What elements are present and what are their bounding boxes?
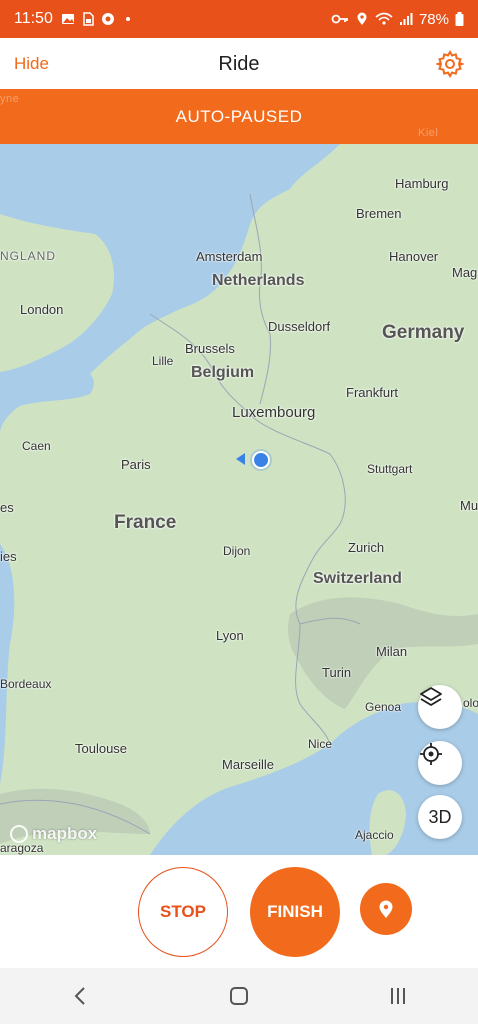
map-label-zurich: Zurich (348, 540, 385, 555)
stop-button[interactable]: STOP (138, 867, 228, 957)
banner-text: AUTO-PAUSED (175, 106, 303, 126)
map-label-kiel: Kiel (418, 127, 439, 139)
status-time: 11:50 (14, 10, 53, 27)
ride-controls: STOP FINISH (0, 855, 478, 968)
map-label-lyon: Lyon (216, 628, 244, 643)
location-pin-icon (379, 900, 393, 918)
system-icons: 78% (331, 11, 464, 28)
mapbox-attribution[interactable]: mapbox (10, 824, 97, 844)
map-label-germany: Germany (382, 322, 465, 343)
map-label-toulouse: Toulouse (75, 741, 128, 756)
recenter-button[interactable] (418, 741, 462, 785)
map-label-amsterdam: Amsterdam (196, 249, 263, 264)
ride-screen: 11:50 78% Hide Ride yne Kiel AUTO-PAUSED… (0, 0, 478, 1024)
user-location-marker (252, 451, 270, 469)
three-d-button[interactable]: 3D (418, 795, 462, 839)
nav-recents-button[interactable] (368, 976, 428, 1016)
map-label-ajaccio: Ajaccio (355, 828, 394, 842)
nav-home-button[interactable] (209, 976, 269, 1016)
battery-level: 78% (418, 10, 449, 28)
map-label-paris: Paris (121, 457, 151, 472)
map-label-genoa: Genoa (365, 700, 402, 714)
status-bar: 11:50 78% (0, 0, 478, 38)
map-label-stuttgart: Stuttgart (367, 462, 413, 476)
map-label-frankfurt: Frankfurt (346, 385, 399, 400)
heading-arrow-icon (236, 453, 245, 465)
mapbox-logo-icon (10, 825, 28, 843)
back-icon (74, 987, 85, 1005)
map-label-caen: Caen (22, 439, 51, 453)
nav-back-button[interactable] (50, 976, 110, 1016)
sim-card-icon (83, 12, 94, 26)
map-label-switzerland: Switzerland (313, 570, 402, 587)
map-label-lille: Lille (152, 354, 174, 368)
hide-button[interactable]: Hide (14, 54, 49, 74)
map-label-ies: ies (0, 549, 17, 564)
finish-button[interactable]: FINISH (250, 867, 340, 957)
page-title: Ride (218, 52, 260, 75)
map-label-bologna: olo (463, 696, 478, 710)
map-label-france: France (114, 512, 177, 533)
map-label-luxembourg: Luxembourg (232, 404, 316, 421)
system-nav-bar (0, 968, 478, 1024)
record-icon (101, 13, 114, 25)
map-label-bremen: Bremen (356, 206, 402, 221)
map-label-turin: Turin (322, 665, 352, 680)
map-label-hanover: Hanover (389, 249, 439, 264)
map-label-milan: Milan (376, 644, 408, 659)
map-label-yne: yne (0, 93, 20, 105)
notification-icons (61, 12, 135, 26)
settings-gear-icon[interactable] (436, 50, 464, 78)
map-label-london: London (20, 302, 64, 317)
map-label-es: es (0, 500, 14, 515)
map-layers-button[interactable] (418, 685, 462, 729)
auto-paused-banner: yne Kiel AUTO-PAUSED (0, 89, 478, 144)
key-icon (331, 14, 348, 24)
map-label-mag: Mag (452, 265, 478, 280)
signal-icon (399, 13, 413, 25)
drop-pin-button[interactable] (360, 883, 412, 935)
mapbox-text: mapbox (32, 824, 98, 843)
layers-icon (420, 687, 442, 706)
map-label-dusseldorf: Dusseldorf (268, 319, 331, 334)
wifi-icon (375, 12, 393, 25)
gallery-icon (61, 14, 74, 24)
map-label-mu: Mu (460, 498, 478, 513)
map-label-hamburg: Hamburg (395, 176, 449, 191)
map-label-netherlands: Netherlands (212, 272, 305, 289)
locate-icon (420, 743, 442, 765)
map-label-brussels: Brussels (185, 341, 235, 356)
app-header: Hide Ride (0, 38, 478, 90)
map-label-dijon: Dijon (223, 544, 251, 558)
map-label-bordeaux: Bordeaux (0, 677, 52, 691)
map-label-marseille: Marseille (222, 757, 275, 772)
location-icon (357, 12, 367, 25)
dot-icon (125, 17, 130, 21)
map-label-nice: Nice (308, 737, 333, 751)
map-view[interactable]: Hamburg Bremen NGLAND Amsterdam Hanover … (0, 144, 478, 855)
battery-icon (455, 12, 464, 26)
recents-icon (391, 988, 406, 1004)
home-icon (229, 987, 248, 1005)
map-label-belgium: Belgium (191, 364, 255, 381)
map-label-england: NGLAND (0, 249, 57, 263)
